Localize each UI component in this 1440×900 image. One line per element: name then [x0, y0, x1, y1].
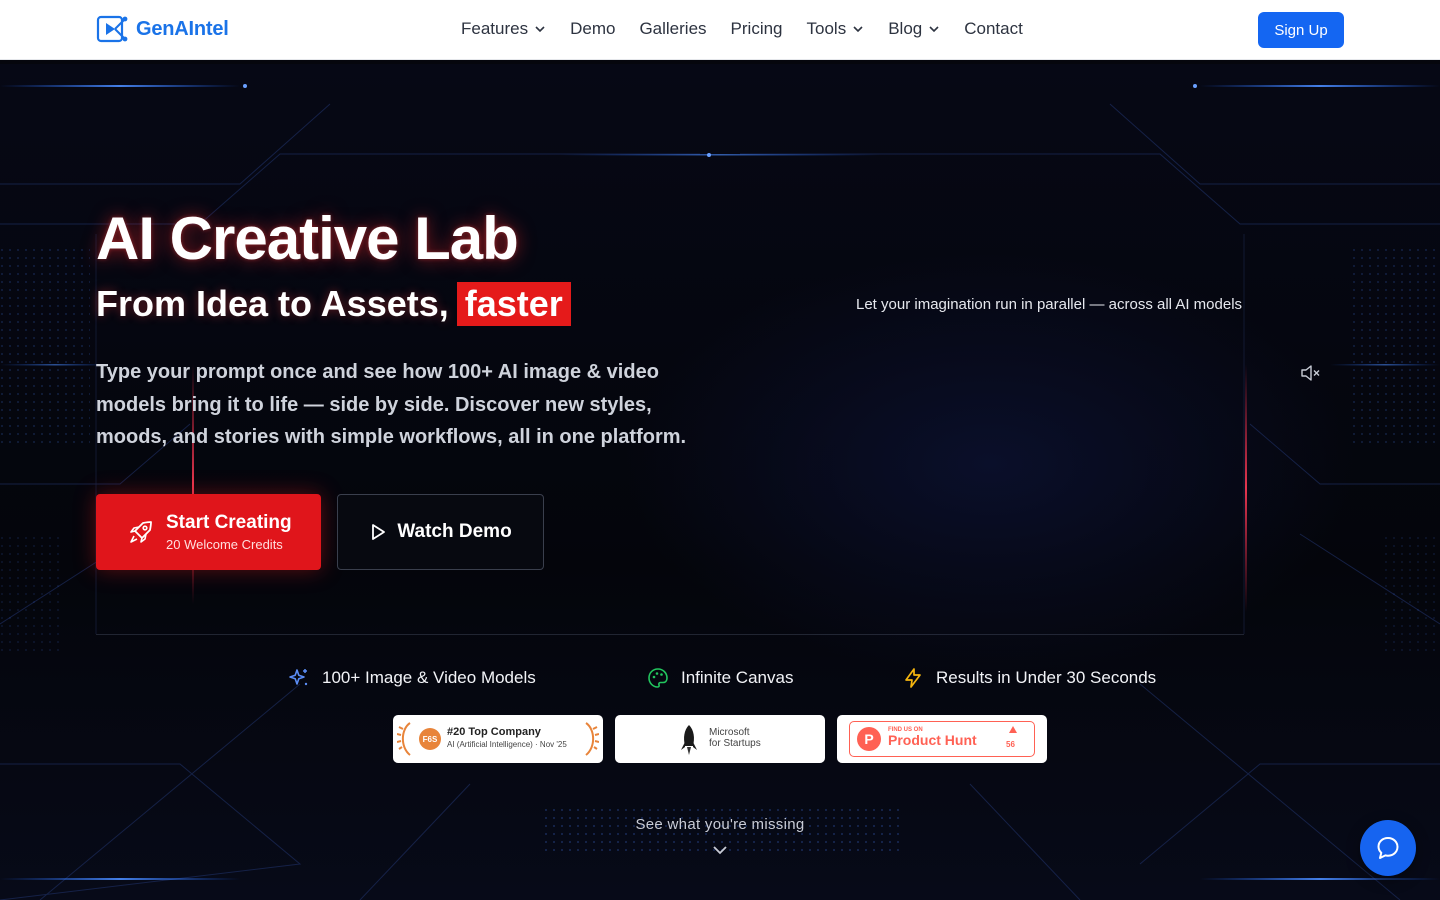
- nav-item-features[interactable]: Features: [461, 19, 546, 39]
- sign-up-button[interactable]: Sign Up: [1258, 12, 1344, 48]
- feature-speed: Results in Under 30 Seconds: [902, 667, 1156, 689]
- palette-icon: [648, 668, 668, 688]
- chevron-down-icon: [535, 26, 545, 33]
- upvote-arrow-icon: [1009, 726, 1017, 733]
- chevron-down-icon[interactable]: [711, 844, 729, 856]
- welcome-credits-label: 20 Welcome Credits: [166, 537, 283, 552]
- feature-label: 100+ Image & Video Models: [322, 668, 536, 687]
- product-hunt-name: Product Hunt: [888, 732, 977, 748]
- feature-models: 100+ Image & Video Models: [288, 667, 536, 689]
- watch-demo-button[interactable]: Watch Demo: [337, 494, 544, 570]
- hero-subtitle-highlight: faster: [456, 282, 571, 326]
- feature-label: Infinite Canvas: [681, 668, 794, 687]
- f6s-logo: F6S: [419, 728, 441, 750]
- f6s-text: #20 Top Company AI (Artificial Intellige…: [447, 726, 567, 749]
- nav-item-label: Features: [461, 19, 529, 38]
- nav-item-contact[interactable]: Contact: [964, 19, 1023, 39]
- nav-item-label: Contact: [964, 19, 1023, 38]
- hero-divider: [96, 634, 1244, 635]
- nav-item-pricing[interactable]: Pricing: [731, 19, 783, 39]
- chevron-down-icon: [853, 26, 863, 33]
- chat-button[interactable]: [1360, 820, 1416, 876]
- microsoft-line2: for Startups: [709, 738, 761, 749]
- nav-item-blog[interactable]: Blog: [888, 19, 940, 39]
- nav-item-tools[interactable]: Tools: [807, 19, 865, 39]
- start-creating-label: Start Creating: [166, 512, 292, 533]
- top-navbar: GenAIntel Features Demo Galleries Pricin…: [0, 0, 1440, 60]
- chevron-down-icon: [929, 26, 939, 33]
- microsoft-line1: Microsoft: [709, 727, 750, 738]
- lightning-icon: [905, 668, 921, 688]
- feature-label: Results in Under 30 Seconds: [936, 668, 1157, 687]
- product-hunt-text: FIND US ON Product Hunt: [888, 727, 977, 748]
- microsoft-text: Microsoft for Startups: [709, 727, 761, 749]
- hero-subtitle: From Idea to Assets, faster: [96, 282, 571, 326]
- watch-demo-label: Watch Demo: [397, 521, 512, 542]
- logo-text: GenAIntel: [136, 17, 229, 40]
- nav-item-label: Blog: [888, 19, 923, 38]
- microsoft-startups-badge[interactable]: Microsoft for Startups: [615, 715, 825, 763]
- f6s-category: AI (Artificial Intelligence) · Nov '25: [447, 740, 567, 749]
- rocket-icon: [130, 521, 152, 543]
- hero-description: Type your prompt once and see how 100+ A…: [96, 361, 687, 448]
- nav-item-galleries[interactable]: Galleries: [639, 19, 706, 39]
- hero-title: AI Creative Lab: [96, 205, 519, 272]
- nav-item-label: Galleries: [639, 19, 707, 38]
- logo[interactable]: GenAIntel: [96, 14, 229, 44]
- nav-item-demo[interactable]: Demo: [570, 19, 615, 39]
- product-hunt-logo-icon: P: [857, 727, 881, 751]
- chat-bubble-icon: [1377, 837, 1399, 859]
- hero-section: AI Creative Lab From Idea to Assets, fas…: [0, 64, 1440, 900]
- sparkles-icon: [289, 669, 308, 686]
- laurel-left-icon: [397, 722, 411, 756]
- play-icon: [372, 524, 386, 540]
- nav-item-label: Tools: [806, 19, 847, 38]
- circuit-background: [0, 84, 1440, 900]
- badge-row: F6S #20 Top Company AI (Artificial Intel…: [393, 715, 1047, 763]
- start-creating-button[interactable]: Start Creating 20 Welcome Credits: [96, 494, 321, 570]
- laurel-right-icon: [585, 722, 599, 756]
- feature-canvas: Infinite Canvas: [647, 667, 793, 689]
- product-hunt-votes: 56: [1006, 740, 1015, 749]
- f6s-badge[interactable]: F6S #20 Top Company AI (Artificial Intel…: [393, 715, 603, 763]
- nav-item-label: Demo: [570, 19, 616, 38]
- f6s-rank: #20 Top Company: [447, 726, 541, 738]
- video-tagline: Let your imagination run in parallel — a…: [856, 296, 1243, 313]
- logo-icon: [96, 15, 128, 43]
- mute-icon[interactable]: [1300, 363, 1322, 383]
- rocket-logo-icon: [681, 725, 697, 755]
- scroll-hint[interactable]: See what you're missing: [0, 816, 1440, 833]
- start-creating-text: Start Creating 20 Welcome Credits: [166, 512, 292, 552]
- hero-subtitle-prefix: From Idea to Assets,: [96, 283, 449, 324]
- product-hunt-badge[interactable]: P FIND US ON Product Hunt 56: [837, 715, 1047, 763]
- main-menu: Features Demo Galleries Pricing Tools Bl…: [461, 19, 1023, 39]
- nav-item-label: Pricing: [730, 19, 783, 38]
